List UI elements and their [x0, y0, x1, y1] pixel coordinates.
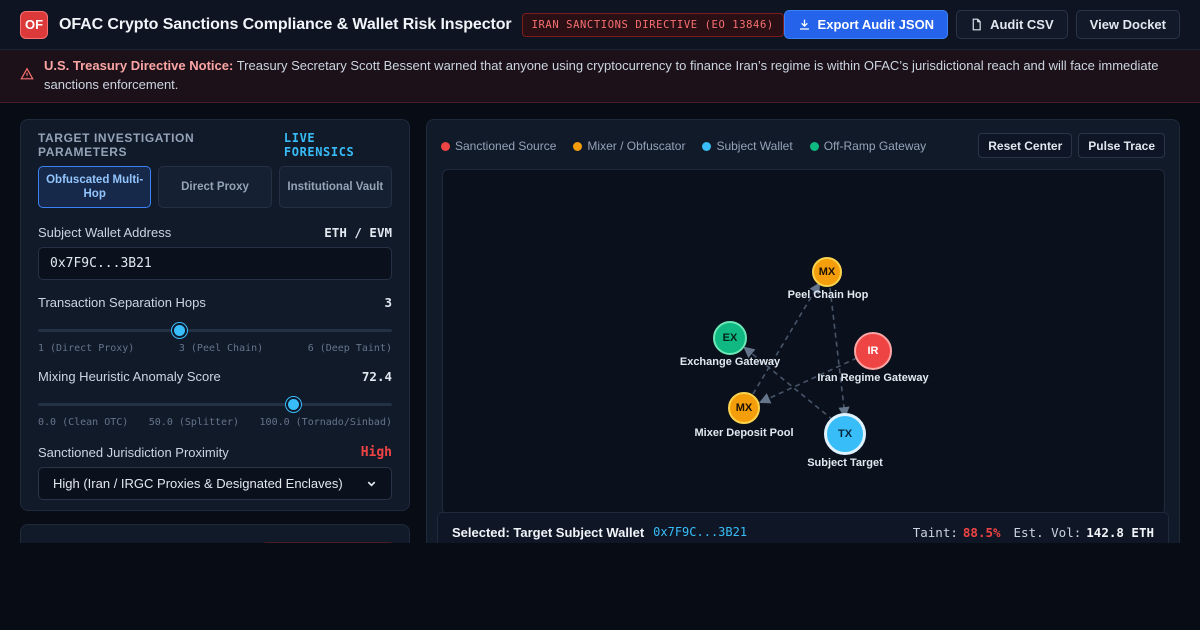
selected-node-label: Selected: Target Subject Wallet: [452, 524, 645, 540]
mode-direct-proxy[interactable]: Direct Proxy: [158, 166, 272, 208]
legend-dot-subject: [702, 141, 712, 151]
graph-legend: Sanctioned Source Mixer / Obfuscator Sub…: [441, 139, 926, 153]
mixing-score-label: Mixing Heuristic Anomaly Score: [38, 369, 221, 384]
jurisdiction-label: Sanctioned Jurisdiction Proximity: [38, 445, 229, 460]
investigation-parameters-panel: TARGET INVESTIGATION PARAMETERS LIVE FOR…: [20, 119, 410, 511]
legend-item: Subject Wallet: [702, 139, 793, 153]
legend-label: Sanctioned Source: [455, 139, 557, 153]
node-exchange-gateway[interactable]: EX: [713, 321, 747, 355]
view-docket-label: View Docket: [1089, 17, 1166, 32]
hops-tick: 3 (Peel Chain): [178, 343, 264, 354]
node-label-iran-regime-gateway: Iran Regime Gateway: [817, 372, 929, 384]
legend-dot-offramp: [809, 141, 819, 151]
view-docket-button[interactable]: View Docket: [1075, 10, 1180, 39]
node-peel-chain-hop[interactable]: MX: [812, 257, 842, 287]
legend-item: Off-Ramp Gateway: [809, 139, 927, 153]
mixing-tick: 100.0 (Tornado/Sinbad): [259, 417, 392, 428]
taint-label: Taint:: [912, 524, 958, 540]
jurisdiction-select-value: High (Iran / IRGC Proxies & Designated E…: [53, 476, 343, 491]
warning-triangle-icon: [20, 67, 34, 80]
export-audit-json-label: Export Audit JSON: [817, 17, 935, 32]
hops-tick: 6 (Deep Taint): [307, 343, 392, 354]
reset-center-button[interactable]: Reset Center: [978, 133, 1073, 158]
node-mixer-deposit-pool[interactable]: MX: [728, 392, 760, 424]
jurisdiction-select[interactable]: High (Iran / IRGC Proxies & Designated E…: [38, 467, 392, 500]
audit-csv-button[interactable]: Audit CSV: [956, 10, 1068, 39]
chain-tag: ETH / EVM: [324, 225, 392, 240]
mixing-slider-track: [38, 403, 392, 406]
node-label-subject-target: Subject Target: [807, 457, 883, 469]
legend-label: Subject Wallet: [716, 139, 793, 153]
viewport-cutoff: [0, 543, 1200, 630]
hops-slider[interactable]: [38, 323, 392, 338]
mixing-tick: 50.0 (Splitter): [148, 417, 240, 428]
legend-dot-sanctioned: [441, 141, 450, 151]
legend-label: Off-Ramp Gateway: [823, 139, 927, 153]
volume-value: 142.8 ETH: [1086, 524, 1154, 540]
notice-label: U.S. Treasury Directive Notice:: [44, 58, 234, 73]
transaction-graph-canvas[interactable]: MX Peel Chain Hop EX Exchange Gateway IR…: [442, 169, 1165, 515]
hops-label: Transaction Separation Hops: [38, 295, 206, 310]
node-label-mixer-deposit-pool: Mixer Deposit Pool: [694, 427, 794, 439]
selected-node-address: 0x7F9C...3B21: [653, 525, 748, 539]
hops-slider-track: [38, 329, 392, 332]
edge-peel-to-target: [829, 287, 850, 419]
pulse-trace-button[interactable]: Pulse Trace: [1078, 133, 1165, 158]
hops-value: 3: [384, 295, 392, 310]
graph-edges: [743, 282, 858, 421]
file-icon: [972, 18, 981, 31]
taint-value: 88.5%: [962, 524, 1001, 540]
export-audit-json-button[interactable]: Export Audit JSON: [783, 10, 949, 39]
panel-title: TARGET INVESTIGATION PARAMETERS: [38, 131, 195, 159]
node-label-peel-chain-hop: Peel Chain Hop: [787, 289, 869, 301]
hops-slider-thumb[interactable]: [171, 323, 187, 338]
jurisdiction-level: High: [360, 445, 392, 460]
wallet-address-input[interactable]: 0x7F9C...3B21: [38, 247, 392, 280]
wallet-address-label: Subject Wallet Address: [38, 225, 172, 240]
chevron-down-icon: [367, 481, 376, 487]
node-iran-regime-gateway[interactable]: IR: [854, 332, 892, 370]
mixing-tick: 0.0 (Clean OTC): [38, 417, 129, 428]
node-label-exchange-gateway: Exchange Gateway: [679, 356, 781, 368]
directive-badge: IRAN SANCTIONS DIRECTIVE (EO 13846): [521, 12, 784, 37]
mode-selector: Obfuscated Multi-Hop Direct Proxy Instit…: [38, 166, 392, 208]
mixing-score-slider[interactable]: [38, 397, 392, 412]
legend-item: Mixer / Obfuscator: [573, 139, 685, 153]
treasury-notice-banner: U.S. Treasury Directive Notice: Treasury…: [0, 50, 1200, 103]
mixing-score-value: 72.4: [361, 369, 392, 384]
hops-ticks: 1 (Direct Proxy) 3 (Peel Chain) 6 (Deep …: [38, 343, 392, 354]
app-logo: OF: [20, 10, 48, 39]
mixing-slider-thumb[interactable]: [286, 397, 302, 412]
mixing-ticks: 0.0 (Clean OTC) 50.0 (Splitter) 100.0 (T…: [38, 417, 392, 428]
legend-label: Mixer / Obfuscator: [587, 139, 686, 153]
legend-dot-mixer: [573, 141, 583, 151]
app-title: OFAC Crypto Sanctions Compliance & Walle…: [59, 15, 512, 33]
volume-label: Est. Vol:: [1013, 524, 1082, 540]
app-header: OF OFAC Crypto Sanctions Compliance & Wa…: [0, 0, 1200, 50]
audit-csv-label: Audit CSV: [990, 17, 1054, 32]
transaction-graph-panel: Sanctioned Source Mixer / Obfuscator Sub…: [426, 119, 1180, 559]
mode-institutional-vault[interactable]: Institutional Vault: [278, 166, 392, 208]
legend-item: Sanctioned Source: [441, 139, 556, 153]
hops-tick: 1 (Direct Proxy): [38, 343, 135, 354]
node-subject-target[interactable]: TX: [824, 413, 866, 455]
download-icon: [799, 19, 809, 30]
mode-obfuscated-multi-hop[interactable]: Obfuscated Multi-Hop: [38, 166, 152, 208]
live-forensics-tag: LIVE FORENSICS: [283, 131, 355, 159]
